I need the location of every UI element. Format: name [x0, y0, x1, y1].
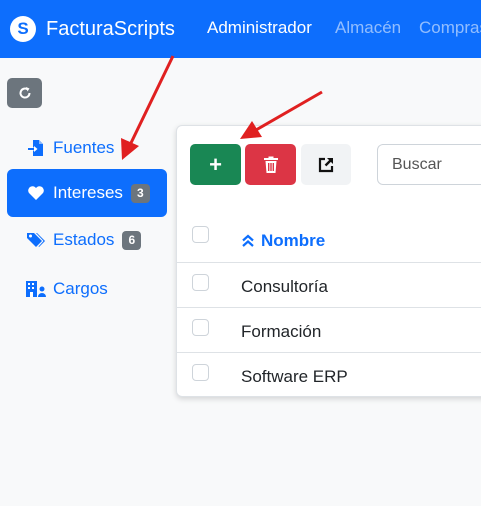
trash-icon — [263, 156, 278, 173]
select-all-checkbox[interactable] — [192, 226, 209, 243]
table-row[interactable]: Consultoría — [177, 263, 481, 308]
search-input[interactable] — [377, 144, 481, 185]
row-checkbox[interactable] — [192, 364, 209, 381]
plus-icon: + — [209, 151, 222, 177]
sort-ascending-icon — [242, 234, 254, 247]
sidebar-item-estados[interactable]: Estados 6 — [7, 216, 167, 264]
sidebar-item-intereses[interactable]: Intereses 3 — [7, 169, 167, 217]
nav-item-compras[interactable]: Compras — [419, 18, 481, 38]
refresh-button[interactable] — [7, 78, 42, 108]
building-user-icon — [25, 279, 47, 299]
sidebar-item-label: Intereses — [53, 183, 123, 202]
brand[interactable]: S FacturaScripts — [10, 16, 175, 42]
list-card: + Nombre Consultoría — [176, 125, 481, 397]
delete-button[interactable] — [245, 144, 296, 185]
nav-item-administrador[interactable]: Administrador — [207, 18, 312, 38]
count-badge: 3 — [130, 183, 150, 203]
row-name[interactable]: Formación — [241, 322, 321, 342]
table-row[interactable]: Formación — [177, 308, 481, 353]
heart-icon — [25, 183, 47, 203]
sidebar-item-cargos[interactable]: Cargos — [7, 265, 167, 313]
external-link-icon — [318, 157, 334, 172]
table-row[interactable]: Software ERP — [177, 353, 481, 396]
tags-icon — [25, 230, 47, 250]
sidebar-item-label: Cargos — [53, 279, 108, 298]
row-name[interactable]: Consultoría — [241, 277, 328, 297]
file-import-icon — [25, 138, 47, 158]
table-header-row: Nombre — [177, 218, 481, 263]
sidebar-item-fuentes[interactable]: Fuentes — [7, 124, 167, 172]
add-button[interactable]: + — [190, 144, 241, 185]
open-external-button[interactable] — [301, 144, 351, 185]
column-header-label: Nombre — [261, 231, 326, 250]
row-name[interactable]: Software ERP — [241, 367, 348, 387]
brand-name: FacturaScripts — [46, 17, 175, 40]
sidebar-item-label: Fuentes — [53, 138, 115, 157]
refresh-icon — [19, 87, 31, 99]
sidebar-item-label: Estados — [53, 230, 115, 249]
row-checkbox[interactable] — [192, 319, 209, 336]
count-badge: 6 — [122, 230, 142, 250]
row-checkbox[interactable] — [192, 274, 209, 291]
column-header-nombre[interactable]: Nombre — [241, 231, 325, 251]
top-navbar: S FacturaScripts Administrador Almacén C… — [0, 0, 481, 58]
brand-logo-icon: S — [10, 16, 36, 42]
nav-item-almacen[interactable]: Almacén — [335, 18, 401, 38]
